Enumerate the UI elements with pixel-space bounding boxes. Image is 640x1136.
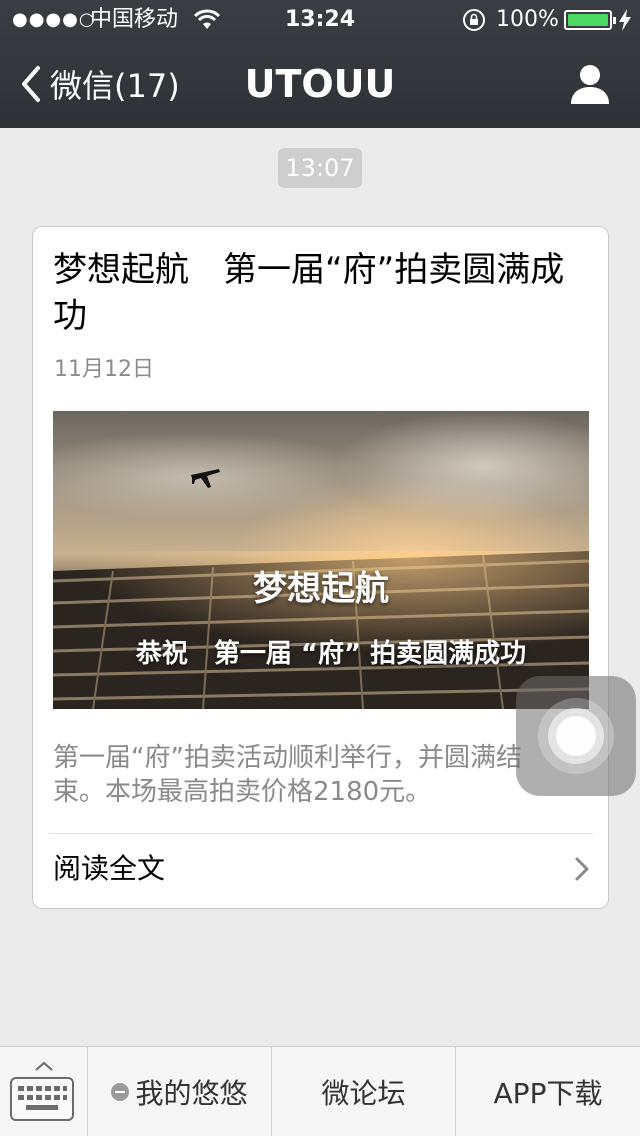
read-more-link[interactable]: 阅读全文 xyxy=(53,849,165,889)
bottom-menu: 我的悠悠 微论坛 APP下载 xyxy=(0,1046,640,1136)
cover-cloud xyxy=(333,411,589,521)
airplane-icon xyxy=(191,469,220,488)
person-icon[interactable] xyxy=(568,62,612,106)
article-summary: 第一届“府”拍卖活动顺利举行，并圆满结束。本场最高拍卖价格2180元。 xyxy=(53,743,522,807)
charging-icon xyxy=(619,9,631,31)
menu-label: 微论坛 xyxy=(321,1077,406,1110)
caret-up-icon xyxy=(35,1061,53,1071)
menu-label: 我的悠悠 xyxy=(135,1077,248,1110)
page-title: UTOUU xyxy=(244,62,396,106)
menu-forum[interactable]: 微论坛 xyxy=(272,1047,456,1136)
keyboard-toggle-button[interactable] xyxy=(0,1047,88,1136)
top-bar: ●●●●○ 中国移动 13:24 100% 微信(17) UTOUU xyxy=(0,0,640,128)
article-date: 11月12日 xyxy=(54,357,154,382)
keyboard-icon xyxy=(10,1077,74,1121)
nav-bar: 微信(17) UTOUU xyxy=(0,40,640,128)
article-card[interactable]: 梦想起航 第一届“府”拍卖圆满成功 11月12日 梦想起航 恭祝 第一届 “府”… xyxy=(32,226,609,909)
battery-icon xyxy=(564,10,616,30)
status-bar: ●●●●○ 中国移动 13:24 100% xyxy=(0,0,640,40)
cover-subtitle: 恭祝 第一届 “府” 拍卖圆满成功 xyxy=(135,639,527,669)
message-timestamp: 13:07 xyxy=(278,148,362,188)
assistive-touch-button[interactable] xyxy=(516,676,636,796)
menu-label: APP下载 xyxy=(493,1077,603,1110)
menu-app-download[interactable]: APP下载 xyxy=(456,1047,640,1136)
battery-fill xyxy=(568,14,608,26)
rotation-lock-icon xyxy=(463,9,485,31)
article-headline: 梦想起航 第一届“府”拍卖圆满成功 xyxy=(53,250,565,336)
article-cover-image[interactable]: 梦想起航 恭祝 第一届 “府” 拍卖圆满成功 xyxy=(53,411,589,709)
submenu-icon xyxy=(111,1083,130,1101)
divider xyxy=(49,833,593,834)
assistive-ring xyxy=(556,716,596,756)
cover-title: 梦想起航 xyxy=(253,569,389,609)
battery-percent: 100% xyxy=(496,7,559,32)
menu-my-uu[interactable]: 我的悠悠 xyxy=(88,1047,272,1136)
chevron-right-icon[interactable] xyxy=(573,855,591,883)
